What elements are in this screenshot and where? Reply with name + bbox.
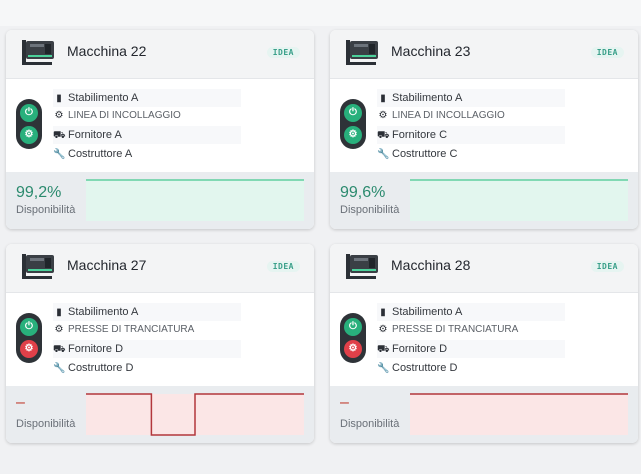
source-badge: IDEA	[266, 261, 300, 272]
gears-icon: ⚙	[344, 340, 362, 358]
line-row: ⚙ PRESSE DI TRANCIATURA	[53, 321, 241, 339]
truck-icon: ⛟	[53, 130, 66, 141]
machine-card[interactable]: Macchina 28 IDEA ⏻ ⚙ ▮ Stabilimento A ⚙ PR…	[330, 244, 638, 443]
sparkline-area	[410, 394, 628, 435]
availability-value: –	[340, 394, 349, 411]
power-icon: ⏻	[20, 104, 38, 122]
building-icon: ▮	[380, 93, 386, 104]
source-badge: IDEA	[590, 47, 624, 58]
status-indicator: ⏻ ⚙	[340, 99, 366, 149]
machine-icon	[346, 254, 378, 279]
supplier-row: ⛟ Fornitore C	[377, 126, 565, 144]
builder-row: 🔧 Costruttore D	[53, 359, 241, 377]
wrench-icon: 🔧	[377, 149, 390, 160]
availability-footer: 99,6% Disponibilità	[330, 172, 638, 229]
machine-icon	[346, 40, 378, 65]
machine-icon	[22, 40, 54, 65]
status-indicator: ⏻ ⚙	[16, 99, 42, 149]
top-strip	[0, 0, 641, 26]
availability-label: Disponibilità	[16, 204, 76, 216]
machine-card[interactable]: Macchina 27 IDEA ⏻ ⚙ ▮ Stabilimento A ⚙ PR…	[6, 244, 314, 443]
plant-row: ▮ Stabilimento A	[377, 303, 565, 321]
supplier-row: ⛟ Fornitore D	[53, 340, 241, 358]
builder-row: 🔧 Costruttore D	[377, 359, 565, 377]
machine-card[interactable]: Macchina 23 IDEA ⏻ ⚙ ▮ Stabilimento A ⚙ LI…	[330, 30, 638, 229]
line-row: ⚙ PRESSE DI TRANCIATURA	[377, 321, 565, 339]
power-icon: ⏻	[344, 104, 362, 122]
line-row: ⚙ LINEA DI INCOLLAGGIO	[377, 107, 565, 125]
supplier-row: ⛟ Fornitore A	[53, 126, 241, 144]
machine-card[interactable]: Macchina 22 IDEA ⏻ ⚙ ▮ Stabilimento A ⚙ LI…	[6, 30, 314, 229]
card-header: Macchina 27 IDEA	[6, 244, 314, 293]
truck-icon: ⛟	[53, 344, 66, 355]
source-badge: IDEA	[266, 47, 300, 58]
plant-row: ▮ Stabilimento A	[377, 89, 565, 107]
wrench-icon: 🔧	[53, 363, 66, 374]
machine-icon	[22, 254, 54, 279]
builder-row: 🔧 Costruttore C	[377, 145, 565, 163]
machine-title: Macchina 27	[67, 257, 147, 273]
availability-value: 99,2%	[16, 184, 62, 201]
cogs-icon: ⚙	[54, 324, 64, 335]
wrench-icon: 🔧	[53, 149, 66, 160]
cogs-icon: ⚙	[378, 110, 388, 121]
source-badge: IDEA	[590, 261, 624, 272]
gears-icon: ⚙	[344, 126, 362, 144]
builder-row: 🔧 Costruttore A	[53, 145, 241, 163]
truck-icon: ⛟	[377, 130, 390, 141]
sparkline-area	[86, 180, 304, 221]
building-icon: ▮	[56, 93, 62, 104]
availability-sparkline	[86, 179, 304, 221]
cogs-icon: ⚙	[54, 110, 64, 121]
cogs-icon: ⚙	[378, 324, 388, 335]
machine-title: Macchina 28	[391, 257, 471, 273]
truck-icon: ⛟	[377, 344, 390, 355]
availability-label: Disponibilità	[340, 418, 400, 430]
status-indicator: ⏻ ⚙	[340, 313, 366, 363]
availability-sparkline	[86, 393, 304, 436]
availability-footer: 99,2% Disponibilità	[6, 172, 314, 229]
availability-sparkline	[410, 179, 628, 221]
availability-value: –	[16, 394, 25, 411]
card-header: Macchina 23 IDEA	[330, 30, 638, 79]
machine-title: Macchina 23	[391, 43, 471, 59]
line-row: ⚙ LINEA DI INCOLLAGGIO	[53, 107, 241, 125]
availability-sparkline	[410, 393, 628, 435]
status-indicator: ⏻ ⚙	[16, 313, 42, 363]
availability-footer: – Disponibilità	[330, 386, 638, 443]
machine-title: Macchina 22	[67, 43, 147, 59]
card-header: Macchina 22 IDEA	[6, 30, 314, 79]
sparkline-area	[410, 180, 628, 221]
power-icon: ⏻	[20, 318, 38, 336]
availability-value: 99,6%	[340, 184, 386, 201]
plant-row: ▮ Stabilimento A	[53, 89, 241, 107]
gears-icon: ⚙	[20, 126, 38, 144]
plant-row: ▮ Stabilimento A	[53, 303, 241, 321]
availability-label: Disponibilità	[340, 204, 400, 216]
availability-footer: – Disponibilità	[6, 386, 314, 443]
supplier-row: ⛟ Fornitore D	[377, 340, 565, 358]
building-icon: ▮	[380, 307, 386, 318]
wrench-icon: 🔧	[377, 363, 390, 374]
building-icon: ▮	[56, 307, 62, 318]
gears-icon: ⚙	[20, 340, 38, 358]
card-header: Macchina 28 IDEA	[330, 244, 638, 293]
power-icon: ⏻	[344, 318, 362, 336]
availability-label: Disponibilità	[16, 418, 76, 430]
